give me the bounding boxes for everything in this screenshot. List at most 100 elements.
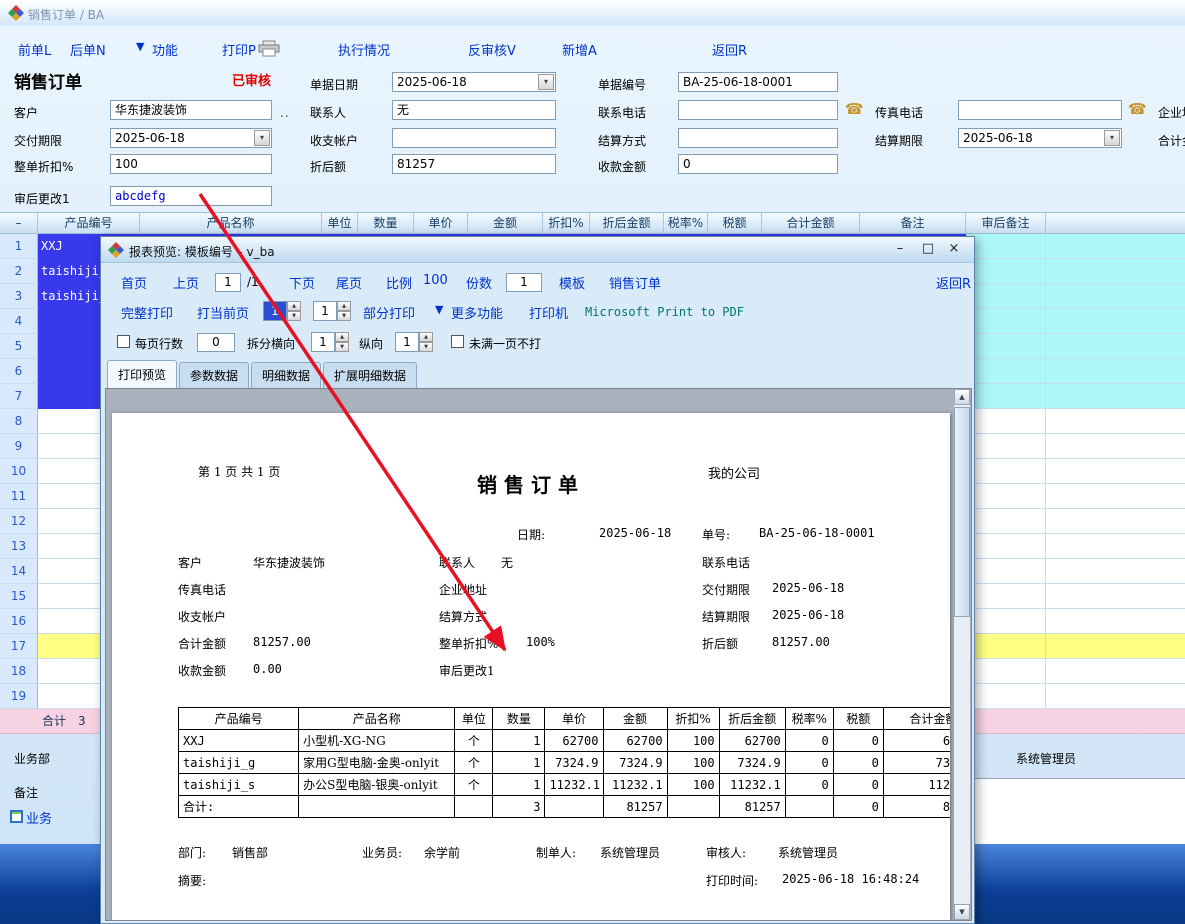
row-tail-cell[interactable] bbox=[1046, 334, 1185, 359]
nav-first-page[interactable]: 首页 bbox=[121, 273, 147, 292]
post-audit-note-cell[interactable] bbox=[966, 684, 1046, 709]
column-header[interactable] bbox=[1046, 213, 1185, 234]
row-tail-cell[interactable] bbox=[1046, 484, 1185, 509]
print-to-value[interactable]: 1 bbox=[313, 301, 337, 321]
copies-label[interactable]: 份数 bbox=[466, 273, 492, 292]
dialog-back-button[interactable]: 返回R bbox=[936, 273, 971, 292]
post-audit-note-cell[interactable] bbox=[966, 459, 1046, 484]
scale-value[interactable]: 100 bbox=[423, 273, 448, 288]
row-tail-cell[interactable] bbox=[1046, 434, 1185, 459]
print-from-value[interactable]: 1 bbox=[263, 301, 287, 321]
post-audit-note-cell[interactable] bbox=[966, 659, 1046, 684]
print-partial-button[interactable]: 部分打印 bbox=[363, 303, 415, 322]
row-tail-cell[interactable] bbox=[1046, 534, 1185, 559]
post-audit-note-cell[interactable] bbox=[966, 334, 1046, 359]
row-tail-cell[interactable] bbox=[1046, 234, 1185, 259]
post-audit-note-cell[interactable] bbox=[966, 309, 1046, 334]
spin-down-icon[interactable]: ▼ bbox=[287, 311, 301, 321]
account-field[interactable] bbox=[392, 128, 556, 148]
row-tail-cell[interactable] bbox=[1046, 309, 1185, 334]
row-tail-cell[interactable] bbox=[1046, 509, 1185, 534]
toolbar-exec-status[interactable]: 执行情况 bbox=[338, 40, 390, 59]
template-button[interactable]: 模板 bbox=[559, 273, 585, 292]
spin-up-icon[interactable]: ▲ bbox=[337, 301, 351, 311]
settle-method-field[interactable] bbox=[678, 128, 838, 148]
post-audit-note-cell[interactable] bbox=[966, 484, 1046, 509]
column-header[interactable]: 合计金额 bbox=[762, 213, 860, 234]
scale-label[interactable]: 比例 bbox=[386, 273, 412, 292]
printer-name[interactable]: Microsoft Print to PDF bbox=[585, 305, 744, 319]
column-header[interactable]: 备注 bbox=[860, 213, 966, 234]
post-audit-note-cell[interactable] bbox=[966, 534, 1046, 559]
post-audit-note-cell[interactable] bbox=[966, 359, 1046, 384]
row-tail-cell[interactable] bbox=[1046, 259, 1185, 284]
tab-business[interactable]: 业务 bbox=[26, 808, 52, 827]
column-header[interactable]: – bbox=[0, 213, 38, 234]
spin-up-icon[interactable]: ▲ bbox=[335, 332, 349, 342]
minimize-button[interactable]: – bbox=[888, 240, 912, 259]
row-tail-cell[interactable] bbox=[1046, 684, 1185, 709]
post-audit-field[interactable]: abcdefg bbox=[110, 186, 272, 206]
post-audit-note-cell[interactable] bbox=[966, 609, 1046, 634]
tab-extended-detail[interactable]: 扩展明细数据 bbox=[323, 362, 417, 389]
print-to-spinner[interactable]: 1▲▼ bbox=[313, 301, 351, 321]
column-header[interactable]: 单位 bbox=[322, 213, 358, 234]
split-h-value[interactable]: 1 bbox=[311, 332, 335, 352]
column-header[interactable]: 数量 bbox=[358, 213, 414, 234]
column-header[interactable]: 产品编号 bbox=[38, 213, 140, 234]
column-header[interactable]: 税额 bbox=[708, 213, 762, 234]
contact-field[interactable]: 无 bbox=[392, 100, 556, 120]
phone-field[interactable] bbox=[678, 100, 838, 120]
split-horizontal-spinner[interactable]: 1▲▼ bbox=[311, 332, 349, 352]
spin-up-icon[interactable]: ▲ bbox=[287, 301, 301, 311]
row-tail-cell[interactable] bbox=[1046, 384, 1185, 409]
row-tail-cell[interactable] bbox=[1046, 609, 1185, 634]
tab-parameters[interactable]: 参数数据 bbox=[179, 362, 249, 389]
settle-term-field[interactable]: 2025-06-18 ▾ bbox=[958, 128, 1122, 148]
doc-no-field[interactable]: BA-25-06-18-0001 bbox=[678, 72, 838, 92]
post-audit-note-cell[interactable] bbox=[966, 409, 1046, 434]
template-name[interactable]: 销售订单 bbox=[609, 273, 661, 292]
post-audit-note-cell[interactable] bbox=[966, 384, 1046, 409]
toolbar-next-doc[interactable]: 后单N bbox=[70, 40, 106, 59]
close-button[interactable]: × bbox=[942, 240, 966, 259]
received-field[interactable]: 0 bbox=[678, 154, 838, 174]
row-tail-cell[interactable] bbox=[1046, 409, 1185, 434]
column-header[interactable]: 折扣% bbox=[543, 213, 590, 234]
post-audit-note-cell[interactable] bbox=[966, 259, 1046, 284]
split-vertical-spinner[interactable]: 1▲▼ bbox=[395, 332, 433, 352]
preview-scrollbar[interactable]: ▲ ▼ bbox=[954, 389, 970, 920]
scrollbar-thumb[interactable] bbox=[954, 407, 970, 617]
column-header[interactable]: 折后金额 bbox=[590, 213, 664, 234]
phone-icon[interactable]: ☎ bbox=[845, 100, 864, 118]
spin-up-icon[interactable]: ▲ bbox=[419, 332, 433, 342]
post-audit-note-cell[interactable] bbox=[966, 584, 1046, 609]
toolbar-unaudit[interactable]: 反审核V bbox=[468, 40, 516, 59]
printer-icon[interactable] bbox=[258, 40, 280, 57]
settle-term-dropdown-icon[interactable]: ▾ bbox=[1104, 130, 1120, 146]
row-tail-cell[interactable] bbox=[1046, 584, 1185, 609]
page-number-input[interactable]: 1 bbox=[215, 273, 241, 292]
printer-button[interactable]: 打印机 bbox=[529, 303, 568, 322]
row-tail-cell[interactable] bbox=[1046, 559, 1185, 584]
row-tail-cell[interactable] bbox=[1046, 284, 1185, 309]
column-header[interactable]: 审后备注 bbox=[966, 213, 1046, 234]
column-header[interactable]: 单价 bbox=[414, 213, 468, 234]
customer-field[interactable]: 华东捷波装饰 bbox=[110, 100, 272, 120]
deliver-date-field[interactable]: 2025-06-18 ▾ bbox=[110, 128, 272, 148]
copies-input[interactable]: 1 bbox=[506, 273, 542, 292]
doc-date-field[interactable]: 2025-06-18 ▾ bbox=[392, 72, 556, 92]
spin-down-icon[interactable]: ▼ bbox=[419, 342, 433, 352]
deliver-dropdown-icon[interactable]: ▾ bbox=[254, 130, 270, 146]
column-header[interactable]: 税率% bbox=[664, 213, 708, 234]
row-tail-cell[interactable] bbox=[1046, 459, 1185, 484]
fax-field[interactable] bbox=[958, 100, 1122, 120]
print-from-spinner[interactable]: 1▲▼ bbox=[263, 301, 301, 321]
nav-prev-page[interactable]: 上页 bbox=[173, 273, 199, 292]
post-audit-note-cell[interactable] bbox=[966, 284, 1046, 309]
discount-field[interactable]: 100 bbox=[110, 154, 272, 174]
toolbar-back[interactable]: 返回R bbox=[712, 40, 747, 59]
row-tail-cell[interactable] bbox=[1046, 659, 1185, 684]
doc-date-dropdown-icon[interactable]: ▾ bbox=[538, 74, 554, 90]
spin-down-icon[interactable]: ▼ bbox=[335, 342, 349, 352]
